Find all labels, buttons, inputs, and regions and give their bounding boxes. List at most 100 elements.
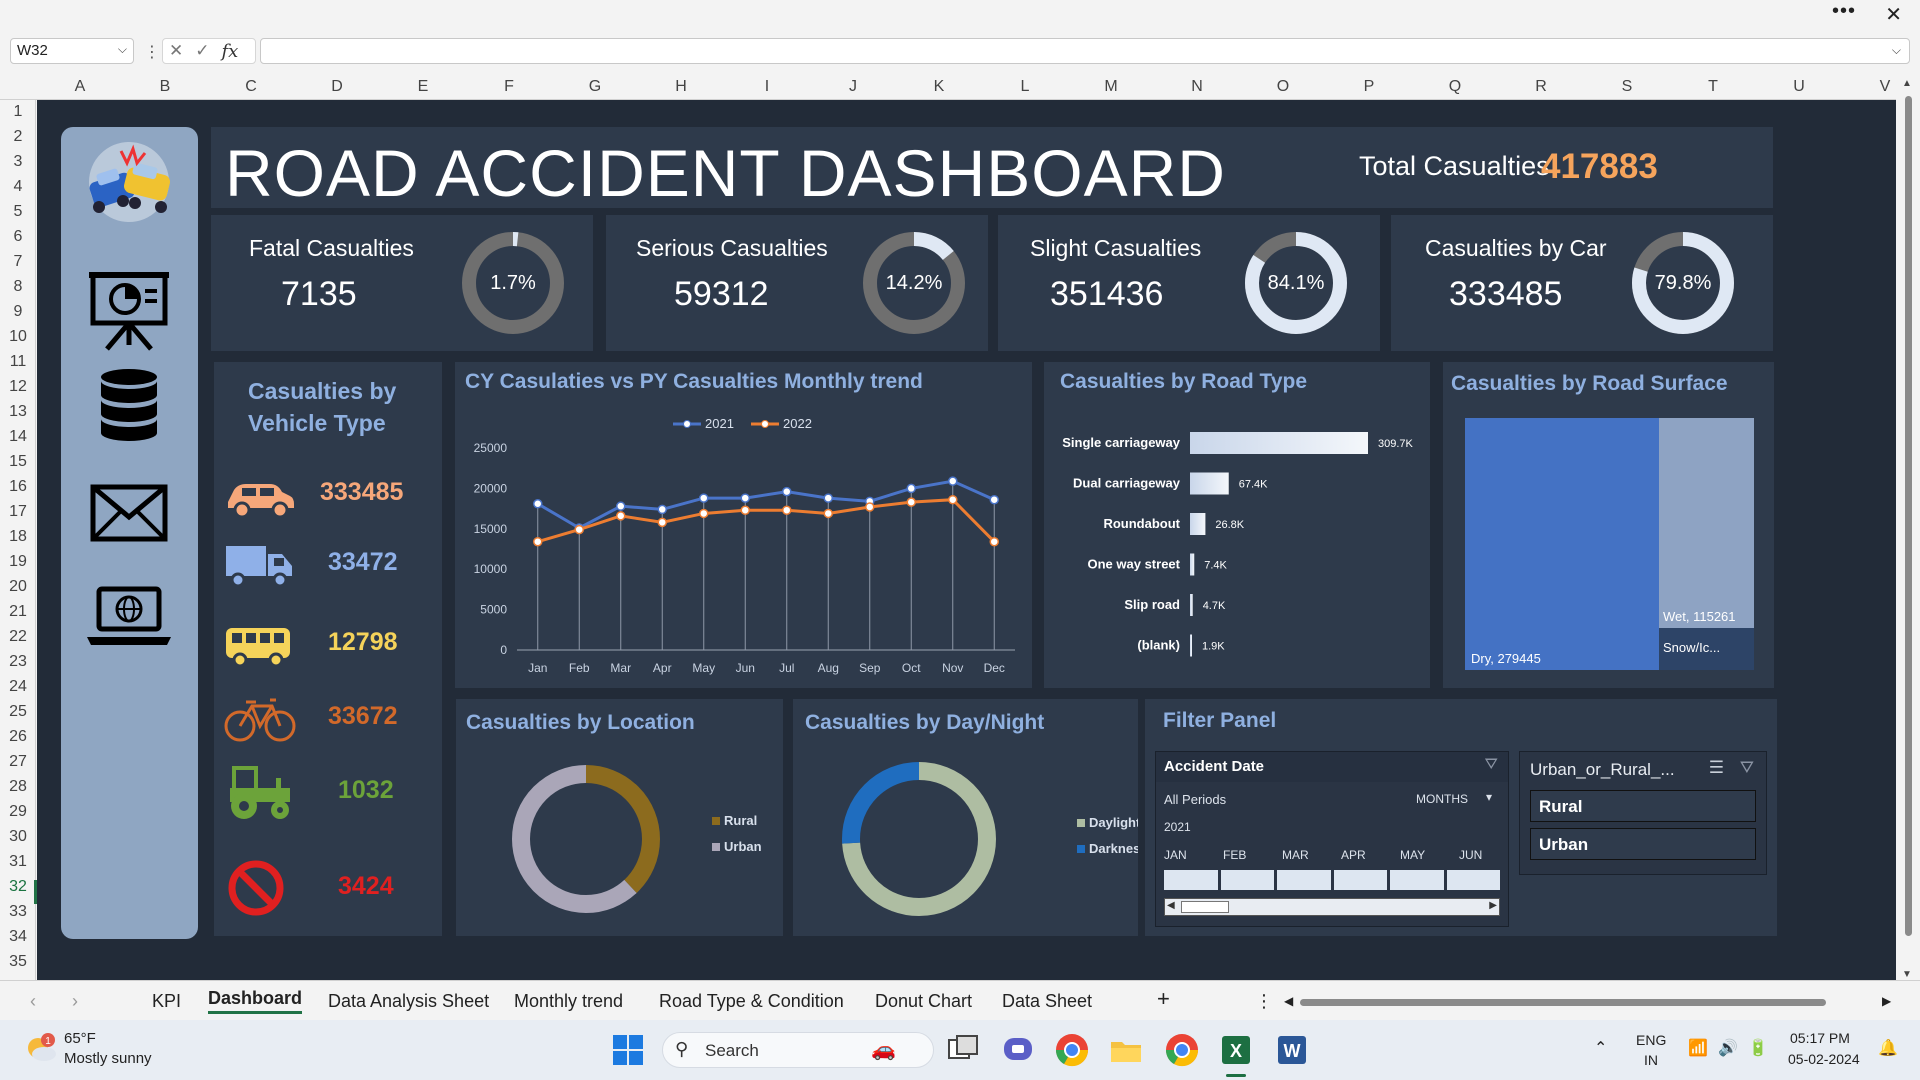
name-box[interactable]: W32 ⌵ (10, 38, 134, 64)
row-header[interactable]: 4 (0, 178, 36, 196)
lang-label-1[interactable]: ENG (1636, 1032, 1666, 1048)
column-header[interactable]: J (833, 78, 873, 96)
chrome-profile-icon[interactable] (1164, 1032, 1200, 1068)
timeline-bars[interactable] (1164, 870, 1500, 890)
column-header[interactable]: U (1779, 78, 1819, 96)
row-header[interactable]: 5 (0, 203, 36, 221)
scroll-thumb[interactable] (1905, 96, 1912, 936)
timeline-bar[interactable] (1390, 870, 1444, 890)
tab-scroll-left-icon[interactable]: ‹ (30, 991, 36, 1012)
vertical-scrollbar[interactable]: ▲ ▼ (1896, 78, 1920, 980)
tray-chevron-icon[interactable]: ⌃ (1594, 1038, 1607, 1058)
column-header[interactable]: K (919, 78, 959, 96)
row-header[interactable]: 3 (0, 153, 36, 171)
cancel-icon[interactable]: ✕ (169, 41, 183, 61)
scroll-down-icon[interactable]: ▼ (1902, 969, 1912, 980)
column-header[interactable]: N (1177, 78, 1217, 96)
volume-icon[interactable]: 🔊 (1718, 1038, 1738, 1058)
column-header[interactable]: T (1693, 78, 1733, 96)
row-header[interactable]: 6 (0, 228, 36, 246)
row-header[interactable]: 13 (0, 403, 36, 421)
column-header[interactable]: I (747, 78, 787, 96)
row-header[interactable]: 2 (0, 128, 36, 146)
timeline-scroll-thumb[interactable] (1181, 901, 1229, 913)
close-icon[interactable]: ✕ (1885, 2, 1902, 27)
row-header[interactable]: 10 (0, 328, 36, 346)
chevron-down-icon[interactable]: ⌵ (118, 42, 127, 57)
tab-road-type[interactable]: Road Type & Condition (659, 991, 844, 1012)
tab-monthly-trend[interactable]: Monthly trend (514, 991, 623, 1012)
multi-select-icon[interactable]: ☰ (1709, 758, 1724, 778)
fx-icon[interactable]: fx (222, 41, 239, 62)
taskbar-search[interactable]: ⚲ Search 🚗 (662, 1032, 934, 1068)
weather-icon[interactable]: 1 (24, 1032, 58, 1066)
row-header[interactable]: 26 (0, 728, 36, 746)
row-header[interactable]: 20 (0, 578, 36, 596)
row-header[interactable]: 14 (0, 428, 36, 446)
excel-icon[interactable]: X (1218, 1032, 1254, 1068)
row-header[interactable]: 24 (0, 678, 36, 696)
unit-dropdown-icon[interactable]: ▾ (1486, 790, 1492, 804)
row-header[interactable]: 15 (0, 453, 36, 471)
urban-rural-slicer[interactable]: Urban_or_Rural_... ☰ ⛛ Rural Urban (1519, 751, 1767, 875)
timeline-bar[interactable] (1333, 870, 1387, 890)
slicer-item-rural[interactable]: Rural (1530, 790, 1756, 822)
row-header[interactable]: 25 (0, 703, 36, 721)
file-explorer-icon[interactable] (1108, 1032, 1144, 1068)
column-header[interactable]: P (1349, 78, 1389, 96)
row-header[interactable]: 16 (0, 478, 36, 496)
row-header[interactable]: 34 (0, 928, 36, 946)
wifi-icon[interactable]: 📶 (1688, 1038, 1708, 1058)
timeline-unit[interactable]: MONTHS (1416, 792, 1468, 806)
column-header[interactable]: Q (1435, 78, 1475, 96)
lang-label-2[interactable]: IN (1644, 1052, 1658, 1068)
timeline-month-label[interactable]: JAN (1164, 848, 1187, 862)
scroll-left-icon[interactable]: ◀ (1167, 900, 1175, 911)
mail-icon[interactable] (83, 473, 175, 555)
clock-date[interactable]: 05-02-2024 (1788, 1051, 1860, 1067)
notification-bell-icon[interactable]: 🔔 (1878, 1038, 1898, 1058)
row-header[interactable]: 7 (0, 253, 36, 271)
column-header[interactable]: R (1521, 78, 1561, 96)
scroll-up-icon[interactable]: ▲ (1902, 78, 1912, 89)
scroll-right-icon[interactable]: ▶ (1489, 900, 1497, 911)
chrome-icon[interactable] (1054, 1032, 1090, 1068)
timeline-bar[interactable] (1220, 870, 1274, 890)
row-header[interactable]: 22 (0, 628, 36, 646)
row-header[interactable]: 29 (0, 803, 36, 821)
column-header[interactable]: L (1005, 78, 1045, 96)
row-header[interactable]: 31 (0, 853, 36, 871)
row-header[interactable]: 8 (0, 278, 36, 296)
timeline-month-label[interactable]: JUN (1459, 848, 1482, 862)
windows-start-icon[interactable] (610, 1032, 646, 1068)
tab-data-analysis[interactable]: Data Analysis Sheet (328, 991, 489, 1012)
column-header[interactable]: G (575, 78, 615, 96)
column-header[interactable]: C (231, 78, 271, 96)
row-header[interactable]: 21 (0, 603, 36, 621)
hscroll-right-icon[interactable]: ▶ (1882, 994, 1891, 1008)
slicer-item-urban[interactable]: Urban (1530, 828, 1756, 860)
column-header[interactable]: E (403, 78, 443, 96)
battery-icon[interactable]: 🔋 (1748, 1038, 1768, 1058)
timeline-slicer[interactable]: Accident Date ⛛ All Periods MONTHS ▾ 202… (1155, 751, 1509, 927)
row-header[interactable]: 19 (0, 553, 36, 571)
timeline-scrollbar[interactable]: ◀ ▶ (1164, 898, 1500, 916)
timeline-month-label[interactable]: FEB (1223, 848, 1246, 862)
row-header[interactable]: 27 (0, 753, 36, 771)
teams-chat-icon[interactable] (1000, 1032, 1036, 1068)
row-header[interactable]: 9 (0, 303, 36, 321)
column-header[interactable]: O (1263, 78, 1303, 96)
row-header[interactable]: 12 (0, 378, 36, 396)
row-header[interactable]: 28 (0, 778, 36, 796)
tab-dashboard[interactable]: Dashboard (208, 988, 303, 1014)
tab-donut-chart[interactable]: Donut Chart (875, 991, 972, 1012)
row-header[interactable]: 35 (0, 953, 36, 971)
horizontal-scroll-thumb[interactable] (1300, 999, 1826, 1006)
row-header[interactable]: 23 (0, 653, 36, 671)
laptop-web-icon[interactable] (83, 579, 175, 661)
column-header[interactable]: B (145, 78, 185, 96)
chevron-down-icon[interactable]: ⌵ (1892, 43, 1901, 58)
add-sheet-button[interactable]: + (1157, 986, 1170, 1012)
row-header[interactable]: 18 (0, 528, 36, 546)
task-view-icon[interactable] (945, 1032, 981, 1068)
